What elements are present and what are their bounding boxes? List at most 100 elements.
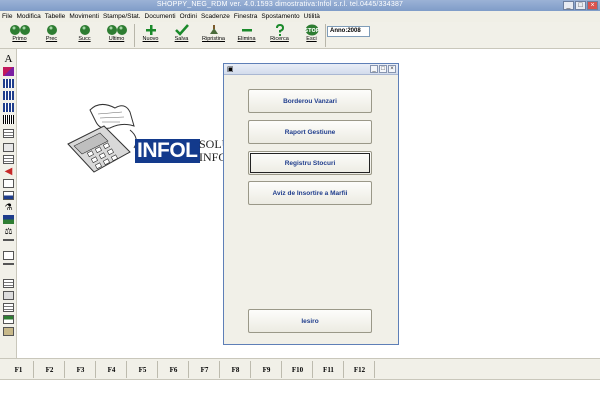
- barcode-icon[interactable]: [3, 115, 14, 124]
- toolbar-separator: [325, 24, 326, 47]
- f11-key[interactable]: F11: [314, 361, 344, 378]
- year-field: Anno:2008: [327, 26, 370, 37]
- exit-button[interactable]: Iesiro: [248, 309, 372, 333]
- logo-tagline-line-2: INFOR: [199, 150, 225, 164]
- scale-icon[interactable]: ⚖: [3, 227, 14, 236]
- toolbar-last-label: Ultimo: [108, 36, 125, 42]
- toolbar-delete-button[interactable]: Elimina: [231, 24, 262, 47]
- dialog-maximize-button[interactable]: □: [379, 65, 387, 73]
- close-button[interactable]: ×: [587, 1, 598, 10]
- f12-key[interactable]: F12: [345, 361, 375, 378]
- barcode-icon[interactable]: [3, 79, 14, 88]
- plus-icon: [145, 25, 156, 35]
- menu-spostamento[interactable]: Spostamento: [261, 13, 299, 20]
- stop-icon: STOP: [305, 24, 319, 36]
- window-title: SHOPPY_NEG_RDM ver. 4.0.1593 dimostrativ…: [156, 1, 404, 8]
- raport-gestiune-button[interactable]: Raport Gestiune: [248, 120, 372, 144]
- main-toolbar: Primo Prec Succ Ultimo Nuovo Salva Ripri…: [0, 22, 600, 49]
- barcode-icon[interactable]: [3, 91, 14, 100]
- toolbar-restore-label: Ripristina: [202, 36, 225, 42]
- f8-key[interactable]: F8: [221, 361, 251, 378]
- chart-icon[interactable]: [3, 215, 14, 224]
- window-controls: _ □ ×: [563, 1, 598, 10]
- paint-icon[interactable]: [3, 67, 14, 76]
- toolbar-search-button[interactable]: Ricerca: [264, 24, 295, 47]
- dialog-minimize-button[interactable]: _: [370, 65, 378, 73]
- toolbar-first-label: Primo: [12, 36, 27, 42]
- menu-modifica[interactable]: Modifica: [16, 13, 40, 20]
- divider-icon[interactable]: [3, 239, 14, 248]
- list-icon[interactable]: [3, 279, 14, 288]
- menu-documenti[interactable]: Documenti: [145, 13, 176, 20]
- printer-icon[interactable]: [3, 291, 14, 300]
- last-record-icon: [106, 25, 127, 35]
- f9-key[interactable]: F9: [252, 361, 282, 378]
- menu-file[interactable]: File: [2, 13, 12, 20]
- menu-scadenze[interactable]: Scadenze: [201, 13, 230, 20]
- registru-stocuri-button[interactable]: Registru Stocuri: [248, 151, 372, 175]
- f3-key[interactable]: F3: [66, 361, 96, 378]
- list-icon[interactable]: [3, 155, 14, 164]
- menu-utilita[interactable]: Utilità: [304, 13, 320, 20]
- window-icon[interactable]: [3, 191, 14, 200]
- menu-stampe[interactable]: Stampe/Stat.: [103, 13, 141, 20]
- list-icon[interactable]: [3, 303, 14, 312]
- toolbar-restore-button[interactable]: Ripristina: [198, 24, 229, 47]
- toolbar-prev-label: Prec: [45, 36, 58, 42]
- toolbar-save-button[interactable]: Salva: [166, 24, 197, 47]
- toolbar-next-button[interactable]: Succ: [69, 24, 100, 47]
- previous-record-icon: [46, 25, 57, 35]
- toolbar-last-button[interactable]: Ultimo: [101, 24, 132, 47]
- toolbar-exit-label: Esci: [306, 36, 317, 42]
- divider-icon[interactable]: [3, 263, 14, 272]
- minimize-button[interactable]: _: [563, 1, 574, 10]
- minus-icon: [241, 29, 252, 32]
- window-title-bar: SHOPPY_NEG_RDM ver. 4.0.1593 dimostrativ…: [0, 0, 600, 11]
- f10-key[interactable]: F10: [283, 361, 313, 378]
- flask-icon[interactable]: ⚗: [3, 203, 14, 212]
- folder-icon[interactable]: [3, 179, 14, 188]
- toolbar-prev-button[interactable]: Prec: [36, 24, 67, 47]
- menu-tabelle[interactable]: Tabelle: [45, 13, 66, 20]
- menu-finestra[interactable]: Finestra: [234, 13, 257, 20]
- barcode-icon[interactable]: [3, 103, 14, 112]
- arrow-left-icon[interactable]: ◀: [3, 167, 14, 177]
- toolbar-new-button[interactable]: Nuovo: [135, 24, 166, 47]
- svg-text:STOP: STOP: [305, 28, 319, 34]
- reports-dialog: ▣ _ □ × Borderou Vanzari Raport Gestiune…: [223, 63, 399, 345]
- restore-icon: [209, 25, 218, 34]
- toolbar-first-button[interactable]: Primo: [4, 24, 35, 47]
- f4-key[interactable]: F4: [97, 361, 127, 378]
- toolbar-search-label: Ricerca: [270, 36, 289, 42]
- report-icon[interactable]: [3, 315, 14, 324]
- maximize-button[interactable]: □: [575, 1, 586, 10]
- f7-key[interactable]: F7: [190, 361, 220, 378]
- app-icon: ▣: [227, 66, 234, 73]
- infol-logo: INFOL: [135, 139, 200, 163]
- menu-ordini[interactable]: Ordini: [180, 13, 197, 20]
- aviz-insortire-button[interactable]: Aviz de Insortire a Marfii: [248, 181, 372, 205]
- menu-movimenti[interactable]: Movimenti: [69, 13, 99, 20]
- text-tool-icon[interactable]: A: [3, 54, 14, 65]
- list-icon[interactable]: [3, 129, 14, 138]
- toolbar-exit-button[interactable]: STOP Esci: [296, 24, 327, 47]
- sheet-icon[interactable]: [3, 251, 14, 260]
- toolbar-delete-label: Elimina: [237, 36, 256, 42]
- function-keys-bar: F1 F2 F3 F4 F5 F6 F7 F8 F9 F10 F11 F12: [0, 358, 600, 380]
- first-record-icon: [9, 25, 30, 35]
- toolbar-save-label: Salva: [174, 36, 189, 42]
- f2-key[interactable]: F2: [35, 361, 65, 378]
- f6-key[interactable]: F6: [159, 361, 189, 378]
- f5-key[interactable]: F5: [128, 361, 158, 378]
- document-icon[interactable]: [3, 143, 14, 152]
- borderou-vanzari-button[interactable]: Borderou Vanzari: [248, 89, 372, 113]
- dialog-controls: _ □ ×: [370, 65, 396, 73]
- toolbar-new-label: Nuovo: [142, 36, 159, 42]
- dialog-close-button[interactable]: ×: [388, 65, 396, 73]
- toolbar-next-label: Succ: [78, 36, 91, 42]
- logo-tagline: SOLU INFOR: [199, 138, 225, 164]
- checkmark-icon: [174, 24, 189, 36]
- question-icon: [275, 24, 284, 36]
- box-icon[interactable]: [3, 327, 14, 336]
- f1-key[interactable]: F1: [4, 361, 34, 378]
